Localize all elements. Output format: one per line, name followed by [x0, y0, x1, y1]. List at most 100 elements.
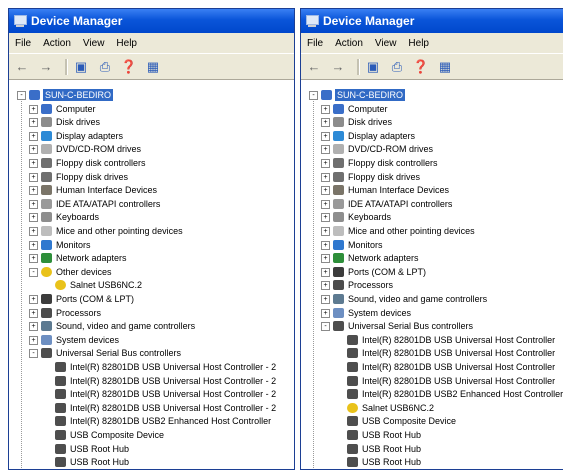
menu-action[interactable]: Action — [329, 38, 369, 49]
expand-icon[interactable]: + — [321, 118, 330, 128]
expand-icon[interactable]: + — [321, 267, 330, 277]
expand-icon[interactable]: + — [29, 104, 38, 114]
menu-file[interactable]: File — [301, 38, 329, 49]
warn-device-icon — [41, 266, 52, 277]
expand-icon[interactable]: + — [321, 145, 330, 155]
cpu-device-icon — [333, 280, 344, 291]
menu-help[interactable]: Help — [402, 38, 435, 49]
expand-icon[interactable]: + — [29, 335, 38, 345]
forward-arrow-icon[interactable]: → — [37, 58, 55, 76]
expand-icon[interactable]: + — [29, 227, 38, 236]
root-label: SUN-C-BEDIRO — [43, 89, 114, 101]
expand-icon[interactable]: + — [29, 213, 38, 223]
device-label: USB Root Hub — [70, 443, 130, 454]
help-icon[interactable]: ❓ — [412, 58, 430, 76]
menu-bar: File Action View Help — [301, 33, 563, 54]
expand-icon[interactable]: + — [321, 227, 330, 236]
root-label: SUN-C-BEDIRO — [335, 89, 406, 101]
expand-icon[interactable]: + — [29, 145, 38, 155]
usb-device-icon — [55, 362, 66, 372]
menu-view[interactable]: View — [369, 38, 403, 49]
collapse-icon[interactable]: - — [309, 91, 318, 100]
expand-icon[interactable]: + — [321, 295, 330, 304]
device-label: USB Root Hub — [362, 443, 422, 454]
properties-icon[interactable]: ▣ — [72, 58, 90, 76]
expand-icon[interactable]: + — [321, 131, 330, 141]
collapse-icon[interactable]: - — [29, 267, 38, 277]
sys-device-icon — [41, 334, 52, 345]
device-label: Disk drives — [56, 117, 101, 128]
expand-icon[interactable]: + — [29, 322, 38, 332]
expand-icon[interactable]: + — [321, 213, 330, 223]
snd-device-icon — [41, 321, 52, 332]
back-arrow-icon[interactable]: ← — [305, 58, 323, 76]
title-bar[interactable]: Device Manager — [9, 9, 294, 33]
dvd-device-icon — [333, 144, 344, 155]
computer-icon — [321, 90, 332, 100]
device-label: Ports (COM & LPT) — [56, 294, 135, 304]
expand-icon[interactable]: + — [29, 240, 38, 250]
help-icon[interactable]: ❓ — [120, 58, 138, 76]
device-manager-icon — [13, 15, 27, 27]
menu-help[interactable]: Help — [110, 38, 143, 49]
expand-icon[interactable]: + — [321, 308, 330, 318]
expand-icon[interactable]: + — [321, 104, 330, 114]
mice-device-icon — [41, 226, 52, 236]
device-label: USB Composite Device — [362, 416, 457, 427]
device-label: Floppy disk drives — [348, 171, 421, 182]
sys-device-icon — [333, 307, 344, 318]
device-label: Keyboards — [348, 212, 392, 223]
usb-device-icon — [347, 416, 358, 427]
usb-device-icon — [41, 348, 52, 359]
device-label: DVD/CD-ROM drives — [348, 144, 434, 155]
back-arrow-icon[interactable]: ← — [13, 58, 31, 76]
device-label: Human Interface Devices — [348, 185, 450, 196]
collapse-icon[interactable]: - — [29, 349, 38, 359]
device-label: Human Interface Devices — [56, 185, 158, 196]
scan-hardware-icon[interactable]: ▦ — [436, 58, 454, 76]
print-icon[interactable]: ⎙ — [96, 58, 114, 76]
toolbar: ← → ▣ ⎙ ❓ ▦ — [9, 54, 294, 80]
device-label: Salnet USB6NC.2 — [362, 402, 435, 413]
expand-icon[interactable]: + — [321, 281, 330, 291]
device-label: USB Root Hub — [362, 430, 422, 440]
device-manager-icon — [305, 15, 319, 27]
hid-device-icon — [333, 185, 344, 196]
device-label: Floppy disk controllers — [56, 158, 146, 168]
expand-icon[interactable]: + — [29, 295, 38, 304]
expand-icon[interactable]: + — [321, 240, 330, 250]
expand-icon[interactable]: + — [321, 172, 330, 182]
expand-icon[interactable]: + — [29, 131, 38, 141]
device-label: Processors — [56, 307, 102, 318]
warn-device-icon — [347, 402, 358, 413]
expand-icon[interactable]: + — [29, 186, 38, 196]
menu-file[interactable]: File — [9, 38, 37, 49]
usb-device-icon — [347, 334, 358, 345]
menu-action[interactable]: Action — [37, 38, 77, 49]
menu-bar: File Action View Help — [9, 33, 294, 54]
expand-icon[interactable]: + — [29, 118, 38, 128]
expand-icon[interactable]: + — [29, 199, 38, 209]
properties-icon[interactable]: ▣ — [364, 58, 382, 76]
print-icon[interactable]: ⎙ — [388, 58, 406, 76]
tree-connector — [21, 101, 22, 469]
computer-icon — [29, 90, 40, 100]
forward-arrow-icon[interactable]: → — [329, 58, 347, 76]
toolbar: ← → ▣ ⎙ ❓ ▦ — [301, 54, 563, 80]
expand-icon[interactable]: + — [29, 159, 38, 168]
expand-icon[interactable]: + — [29, 172, 38, 182]
device-label: Monitors — [348, 239, 383, 250]
scan-hardware-icon[interactable]: ▦ — [144, 58, 162, 76]
tree-connector — [313, 101, 314, 469]
menu-view[interactable]: View — [77, 38, 111, 49]
expand-icon[interactable]: + — [29, 308, 38, 318]
collapse-icon[interactable]: - — [17, 91, 26, 100]
expand-icon[interactable]: + — [321, 199, 330, 209]
expand-icon[interactable]: + — [29, 254, 38, 264]
warn-device-icon — [55, 280, 66, 291]
title-bar[interactable]: Device Manager — [301, 9, 563, 33]
expand-icon[interactable]: + — [321, 186, 330, 196]
expand-icon[interactable]: + — [321, 254, 330, 264]
expand-icon[interactable]: + — [321, 159, 330, 168]
collapse-icon[interactable]: - — [321, 322, 330, 332]
